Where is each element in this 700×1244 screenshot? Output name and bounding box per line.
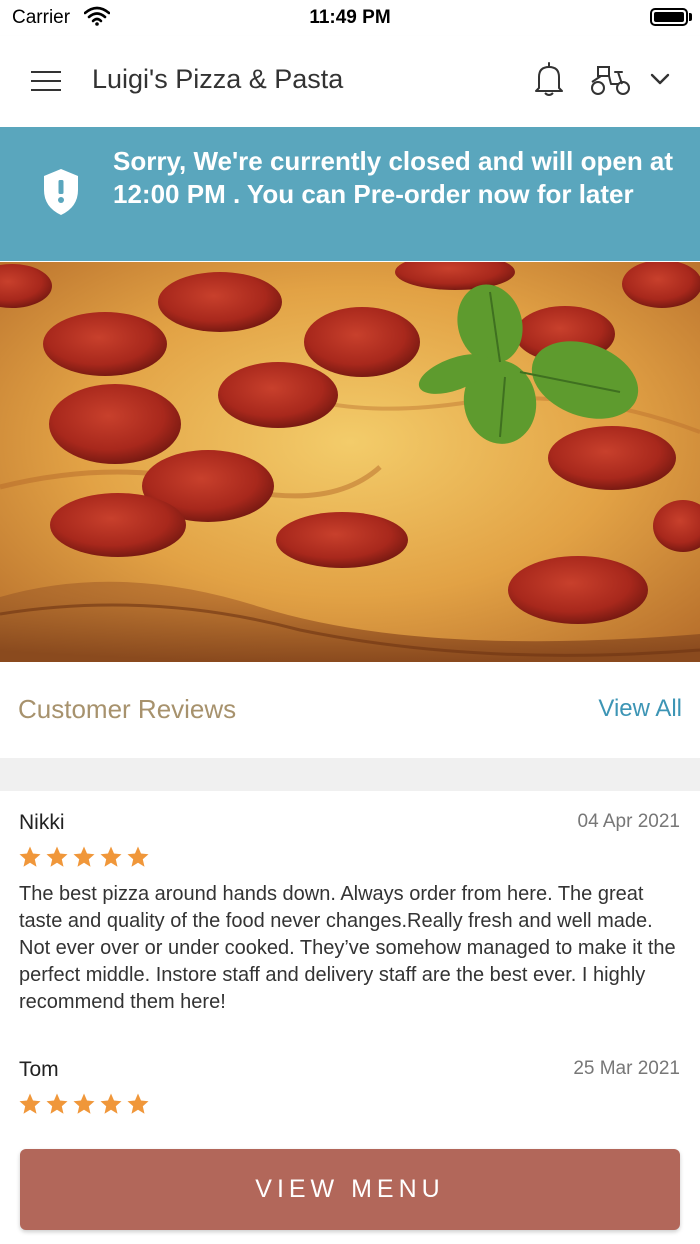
star-icon <box>73 1093 95 1114</box>
star-icon <box>46 1093 68 1114</box>
star-rating <box>18 1092 150 1116</box>
reviewer-name: Nikki <box>19 811 65 834</box>
status-time: 11:49 PM <box>309 7 391 28</box>
status-bar: Carrier 11:49 PM <box>0 0 700 36</box>
view-all-reviews-link[interactable]: View All <box>598 695 682 723</box>
reviews-header: Customer Reviews View All <box>0 662 700 758</box>
hero-pizza-image <box>0 262 700 662</box>
hamburger-menu-icon[interactable] <box>31 71 61 91</box>
section-divider <box>0 758 700 791</box>
star-rating <box>18 845 150 869</box>
star-icon <box>100 1093 122 1114</box>
view-menu-button[interactable]: VIEW MENU <box>20 1149 680 1230</box>
shield-alert-icon <box>42 167 80 222</box>
bell-icon[interactable] <box>533 60 565 103</box>
star-icon <box>73 846 95 867</box>
restaurant-title: Luigi's Pizza & Pasta <box>92 64 344 94</box>
star-icon <box>19 1093 41 1114</box>
app-header: Luigi's Pizza & Pasta <box>0 36 700 127</box>
review-date: 04 Apr 2021 <box>577 811 680 832</box>
star-icon <box>127 846 149 867</box>
closed-notice-banner: Sorry, We're currently closed and will o… <box>0 127 700 261</box>
star-icon <box>127 1093 149 1114</box>
chevron-down-icon[interactable] <box>650 72 670 91</box>
star-icon <box>46 846 68 867</box>
scooter-icon[interactable] <box>589 64 631 101</box>
star-icon <box>19 846 41 867</box>
battery-icon <box>650 8 688 26</box>
review-text: The best pizza around hands down. Always… <box>19 883 676 1013</box>
closed-message: Sorry, We're currently closed and will o… <box>113 146 674 209</box>
review-date: 25 Mar 2021 <box>573 1058 680 1079</box>
reviews-title: Customer Reviews <box>18 694 237 724</box>
reviewer-name: Tom <box>19 1058 59 1081</box>
star-icon <box>100 846 122 867</box>
